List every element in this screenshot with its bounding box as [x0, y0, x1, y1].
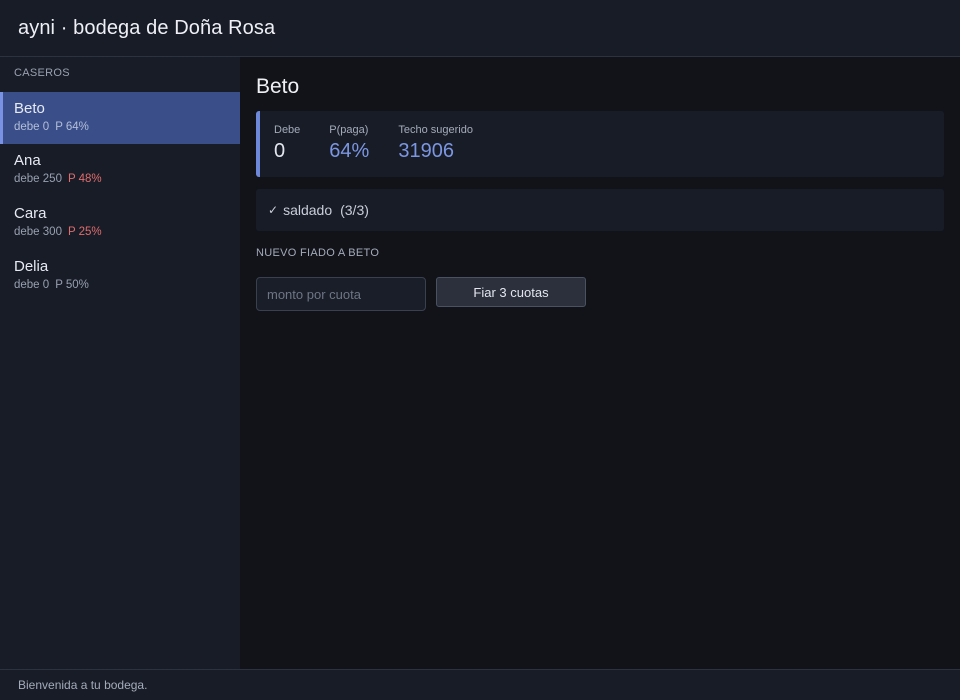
sidebar-item-delia[interactable]: Delia debe 0 P 50%	[0, 250, 240, 303]
stat-suggested-ceiling: Techo sugerido 31906	[398, 123, 473, 164]
sidebar-item-cara[interactable]: Cara debe 300 P 25%	[0, 197, 240, 250]
sidebar-section-label: CASEROS	[14, 67, 70, 79]
stat-label: P(paga)	[329, 124, 369, 136]
client-meta: debe 300 P 25%	[14, 225, 240, 240]
check-icon: ✓	[268, 203, 279, 217]
status-message: Bienvenida a tu bodega.	[18, 678, 148, 692]
client-probability: P 50%	[55, 279, 89, 291]
amount-per-installment-input[interactable]	[256, 277, 426, 311]
sidebar-item-beto[interactable]: Beto debe 0 P 64%	[0, 92, 240, 144]
status-text: saldado	[283, 202, 333, 218]
client-debt: debe 0	[14, 279, 50, 291]
client-name: Ana	[14, 152, 41, 169]
new-credit-label: NUEVO FIADO A BETO	[256, 247, 380, 259]
stat-value: 31906	[398, 140, 454, 162]
client-name: Delia	[14, 258, 49, 275]
client-debt: debe 250	[14, 173, 62, 185]
stat-value: 0	[274, 140, 286, 162]
status-bar: Bienvenida a tu bodega.	[0, 669, 960, 700]
stat-label: Debe	[274, 124, 301, 136]
sidebar-item-ana[interactable]: Ana debe 250 P 48%	[0, 144, 240, 197]
client-name: Cara	[14, 205, 47, 222]
client-debt: debe 300	[14, 226, 62, 238]
main-panel: Beto Debe 0 P(paga) 64% Techo sugerido 3…	[240, 57, 960, 669]
stat-pay-probability: P(paga) 64%	[329, 123, 369, 164]
give-credit-button[interactable]: Fiar 3 cuotas	[436, 277, 586, 307]
client-probability: P 64%	[55, 121, 89, 133]
stat-debt: Debe 0	[274, 123, 300, 164]
client-meta: debe 0 P 64%	[14, 120, 240, 135]
client-stats-card: Debe 0 P(paga) 64% Techo sugerido 31906	[256, 111, 944, 177]
client-name: Beto	[14, 100, 45, 117]
client-debt: debe 0	[14, 121, 50, 133]
app-header: ayni · bodega de Doña Rosa	[0, 0, 960, 57]
client-probability: P 25%	[67, 226, 102, 238]
status-count: (3/3)	[340, 202, 369, 218]
sidebar: CASEROS Beto debe 0 P 64% Ana debe 250 P 4…	[0, 57, 240, 669]
stat-value: 64%	[329, 140, 370, 162]
client-meta: debe 0 P 50%	[14, 278, 240, 293]
page-title: Beto	[256, 75, 300, 98]
loan-status-bar: ✓ saldado (3/3)	[256, 189, 944, 231]
stat-label: Techo sugerido	[398, 124, 473, 136]
client-probability: P 48%	[67, 173, 102, 185]
client-meta: debe 250 P 48%	[14, 172, 240, 187]
app-title: ayni · bodega de Doña Rosa	[18, 16, 276, 39]
new-credit-form: Fiar 3 cuotas	[256, 277, 944, 311]
